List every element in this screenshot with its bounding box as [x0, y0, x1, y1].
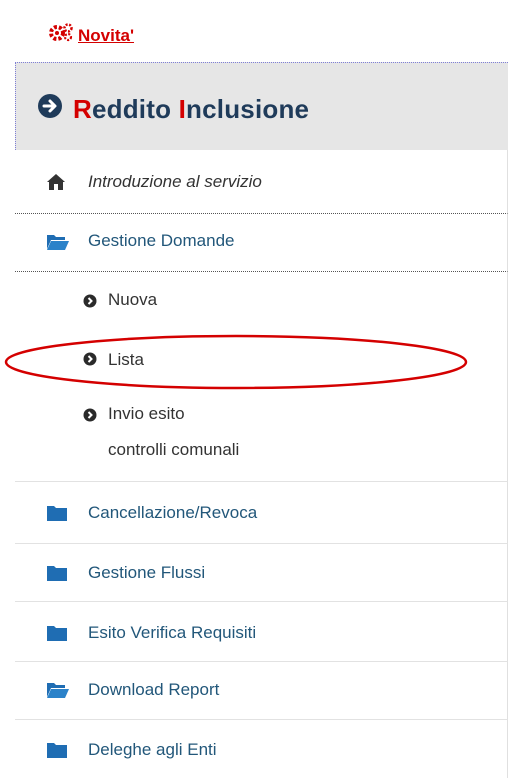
menu-item-introduzione[interactable]: Introduzione al servizio — [15, 150, 508, 214]
menu-item-download-report[interactable]: Download Report — [15, 662, 508, 720]
circle-arrow-right-icon — [38, 94, 62, 118]
news-section: Novita' — [15, 0, 508, 62]
folder-icon — [47, 743, 67, 758]
folder-icon — [47, 566, 67, 581]
folder-open-icon — [47, 683, 69, 698]
menu-item-deleghe[interactable]: Deleghe agli Enti — [15, 720, 508, 778]
folder-icon — [47, 626, 67, 641]
menu-item-label: Cancellazione/Revoca — [88, 503, 258, 522]
menu-item-esito-verifica[interactable]: Esito Verifica Requisiti — [15, 602, 508, 662]
menu-item-gestione-domande[interactable]: Gestione Domande — [15, 214, 508, 272]
submenu-item-invio-esito[interactable]: Invio esito controlli comunali — [15, 388, 508, 482]
menu-item-label: Esito Verifica Requisiti — [88, 623, 257, 642]
folder-icon — [47, 506, 67, 521]
gears-icon — [49, 23, 73, 42]
home-icon — [47, 174, 65, 190]
folder-open-icon — [47, 235, 69, 250]
menu-item-label: Introduzione al servizio — [88, 172, 262, 191]
menu-item-cancellazione[interactable]: Cancellazione/Revoca — [15, 482, 508, 544]
submenu-item-label-line1: Invio esito — [108, 404, 185, 423]
menu-item-label: Gestione Flussi — [88, 563, 206, 582]
news-link[interactable]: Novita' — [78, 26, 134, 46]
highlight-ellipse — [4, 334, 468, 390]
menu-item-gestione-flussi[interactable]: Gestione Flussi — [15, 544, 508, 602]
section-title: Reddito Inclusione — [73, 94, 310, 124]
menu-item-label: Deleghe agli Enti — [88, 740, 217, 759]
submenu-item-label: Nuova — [108, 290, 158, 309]
chevron-circle-right-icon — [83, 408, 97, 422]
menu-item-label: Gestione Domande — [88, 231, 235, 250]
submenu-item-label-line2: controlli comunali — [108, 440, 240, 459]
section-header[interactable]: Reddito Inclusione — [15, 62, 508, 150]
chevron-circle-right-icon — [83, 294, 97, 308]
menu-item-label: Download Report — [88, 680, 220, 699]
submenu-item-nuova[interactable]: Nuova — [15, 272, 508, 330]
